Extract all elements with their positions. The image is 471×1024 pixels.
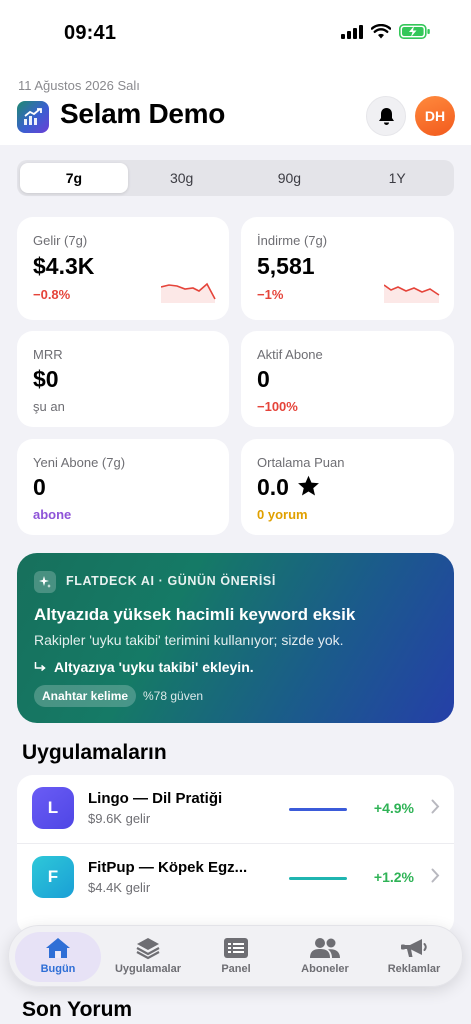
app-sparkline — [289, 808, 347, 811]
tab-today[interactable]: Bugün — [15, 932, 101, 982]
page-title: Selam Demo — [60, 98, 226, 129]
home-icon — [46, 938, 70, 958]
range-tab-30g[interactable]: 30g — [128, 163, 236, 193]
downloads-value: 5,581 — [257, 253, 315, 279]
insight-action-label: Altyazıya 'uyku takibi' ekleyin. — [54, 659, 254, 675]
bell-icon — [378, 107, 394, 125]
notifications-button[interactable] — [366, 96, 406, 136]
wifi-icon — [371, 24, 391, 39]
new-subs-label: Yeni Abone (7g) — [33, 455, 126, 470]
star-icon — [298, 475, 319, 496]
mrr-label: MRR — [33, 347, 63, 362]
signal-icon — [341, 24, 363, 39]
new-subs-value: 0 — [33, 474, 46, 500]
apps-list: L Lingo — Dil Pratiği $9.6K gelir +4.9% … — [17, 775, 454, 935]
app-name: FitPup — Köpek Egz... — [88, 859, 248, 876]
active-subs-card[interactable]: Aktif Abone 0 −100% — [241, 331, 454, 427]
range-tab-1y[interactable]: 1Y — [343, 163, 451, 193]
status-time: 09:41 — [64, 22, 117, 44]
downloads-label: İndirme (7g) — [257, 233, 328, 248]
tab-subscribers[interactable]: Aboneler — [282, 932, 368, 982]
downloads-change: −1% — [257, 287, 284, 302]
new-subs-card[interactable]: Yeni Abone (7g) 0 abone — [17, 439, 229, 535]
revenue-value: $4.3K — [33, 253, 95, 279]
avg-rating-note: 0 yorum — [257, 507, 308, 522]
app-revenue: $9.6K gelir — [88, 811, 151, 826]
chevron-right-icon — [431, 799, 440, 814]
downloads-sparkline — [384, 284, 440, 303]
ai-insight-card[interactable]: FLATDECK AI · GÜNÜN ÖNERİSİ Altyazıda yü… — [17, 553, 454, 723]
reviews-section-title: Son Yorum — [22, 998, 133, 1021]
tab-panel[interactable]: Panel — [193, 932, 279, 982]
insight-kicker: FLATDECK AI · GÜNÜN ÖNERİSİ — [66, 574, 276, 588]
avg-rating-value: 0.0 — [257, 474, 289, 500]
date-label: 11 Ağustos 2026 Salı — [18, 78, 140, 93]
tab-today-label: Bugün — [40, 963, 76, 975]
apps-section-title: Uygulamaların — [22, 741, 167, 764]
people-icon — [310, 938, 340, 958]
range-segmented-control: 7g 30g 90g 1Y — [17, 160, 454, 196]
tab-subscribers-label: Aboneler — [301, 963, 349, 975]
insight-description: Rakipler 'uyku takibi' terimini kullanıy… — [34, 632, 344, 648]
revenue-label: Gelir (7g) — [33, 233, 88, 248]
avatar[interactable]: DH — [415, 96, 455, 136]
app-row[interactable]: F FitPup — Köpek Egz... $4.4K gelir +1.2… — [17, 843, 454, 909]
app-row[interactable]: L Lingo — Dil Pratiği $9.6K gelir +4.9% — [17, 775, 454, 841]
mrr-note: şu an — [33, 399, 65, 414]
chevron-right-icon — [431, 868, 440, 883]
sparkle-icon — [34, 571, 56, 593]
app-icon: F — [32, 856, 74, 898]
revenue-change: −0.8% — [33, 287, 71, 302]
tab-ads[interactable]: Reklamlar — [371, 932, 457, 982]
app-name: Lingo — Dil Pratiği — [88, 790, 223, 807]
tab-apps[interactable]: Uygulamalar — [105, 932, 191, 982]
avg-rating-card[interactable]: Ortalama Puan 0.0 0 yorum — [241, 439, 454, 535]
active-subs-change: −100% — [257, 399, 298, 414]
active-subs-label: Aktif Abone — [257, 347, 323, 362]
app-change: +1.2% — [373, 869, 414, 885]
insight-tag: Anahtar kelime — [34, 685, 137, 707]
mrr-card[interactable]: MRR $0 şu an — [17, 331, 229, 427]
tab-bar: Bugün Uygulamalar Panel Aboneler Reklaml… — [8, 925, 463, 987]
tab-ads-label: Reklamlar — [387, 963, 441, 975]
panel-icon — [224, 938, 248, 958]
range-tab-7g[interactable]: 7g — [20, 163, 128, 193]
layers-icon — [136, 938, 160, 960]
app-change: +4.9% — [373, 800, 414, 816]
insight-confidence: %78 güven — [143, 689, 204, 703]
battery-charging-icon — [399, 24, 430, 39]
status-icons — [341, 24, 431, 39]
active-subs-value: 0 — [257, 366, 270, 392]
insight-title: Altyazıda yüksek hacimli keyword eksik — [34, 605, 356, 624]
avg-rating-label: Ortalama Puan — [257, 455, 345, 470]
downloads-card[interactable]: İndirme (7g) 5,581 −1% — [241, 217, 454, 320]
tab-apps-label: Uygulamalar — [114, 963, 182, 975]
insight-action[interactable]: Altyazıya 'uyku takibi' ekleyin. — [34, 659, 254, 675]
app-icon: L — [32, 787, 74, 829]
megaphone-icon — [401, 939, 427, 957]
mrr-value: $0 — [33, 366, 59, 392]
app-sparkline — [289, 877, 347, 880]
new-subs-note: abone — [33, 507, 72, 522]
app-logo — [17, 101, 49, 133]
tab-panel-label: Panel — [221, 963, 251, 975]
app-revenue: $4.4K gelir — [88, 880, 151, 895]
revenue-card[interactable]: Gelir (7g) $4.3K −0.8% — [17, 217, 229, 320]
range-tab-90g[interactable]: 90g — [236, 163, 344, 193]
chart-up-icon — [24, 108, 42, 125]
turn-right-arrow-icon — [34, 662, 46, 672]
status-bar: 09:41 — [0, 0, 471, 62]
revenue-sparkline — [161, 282, 216, 303]
